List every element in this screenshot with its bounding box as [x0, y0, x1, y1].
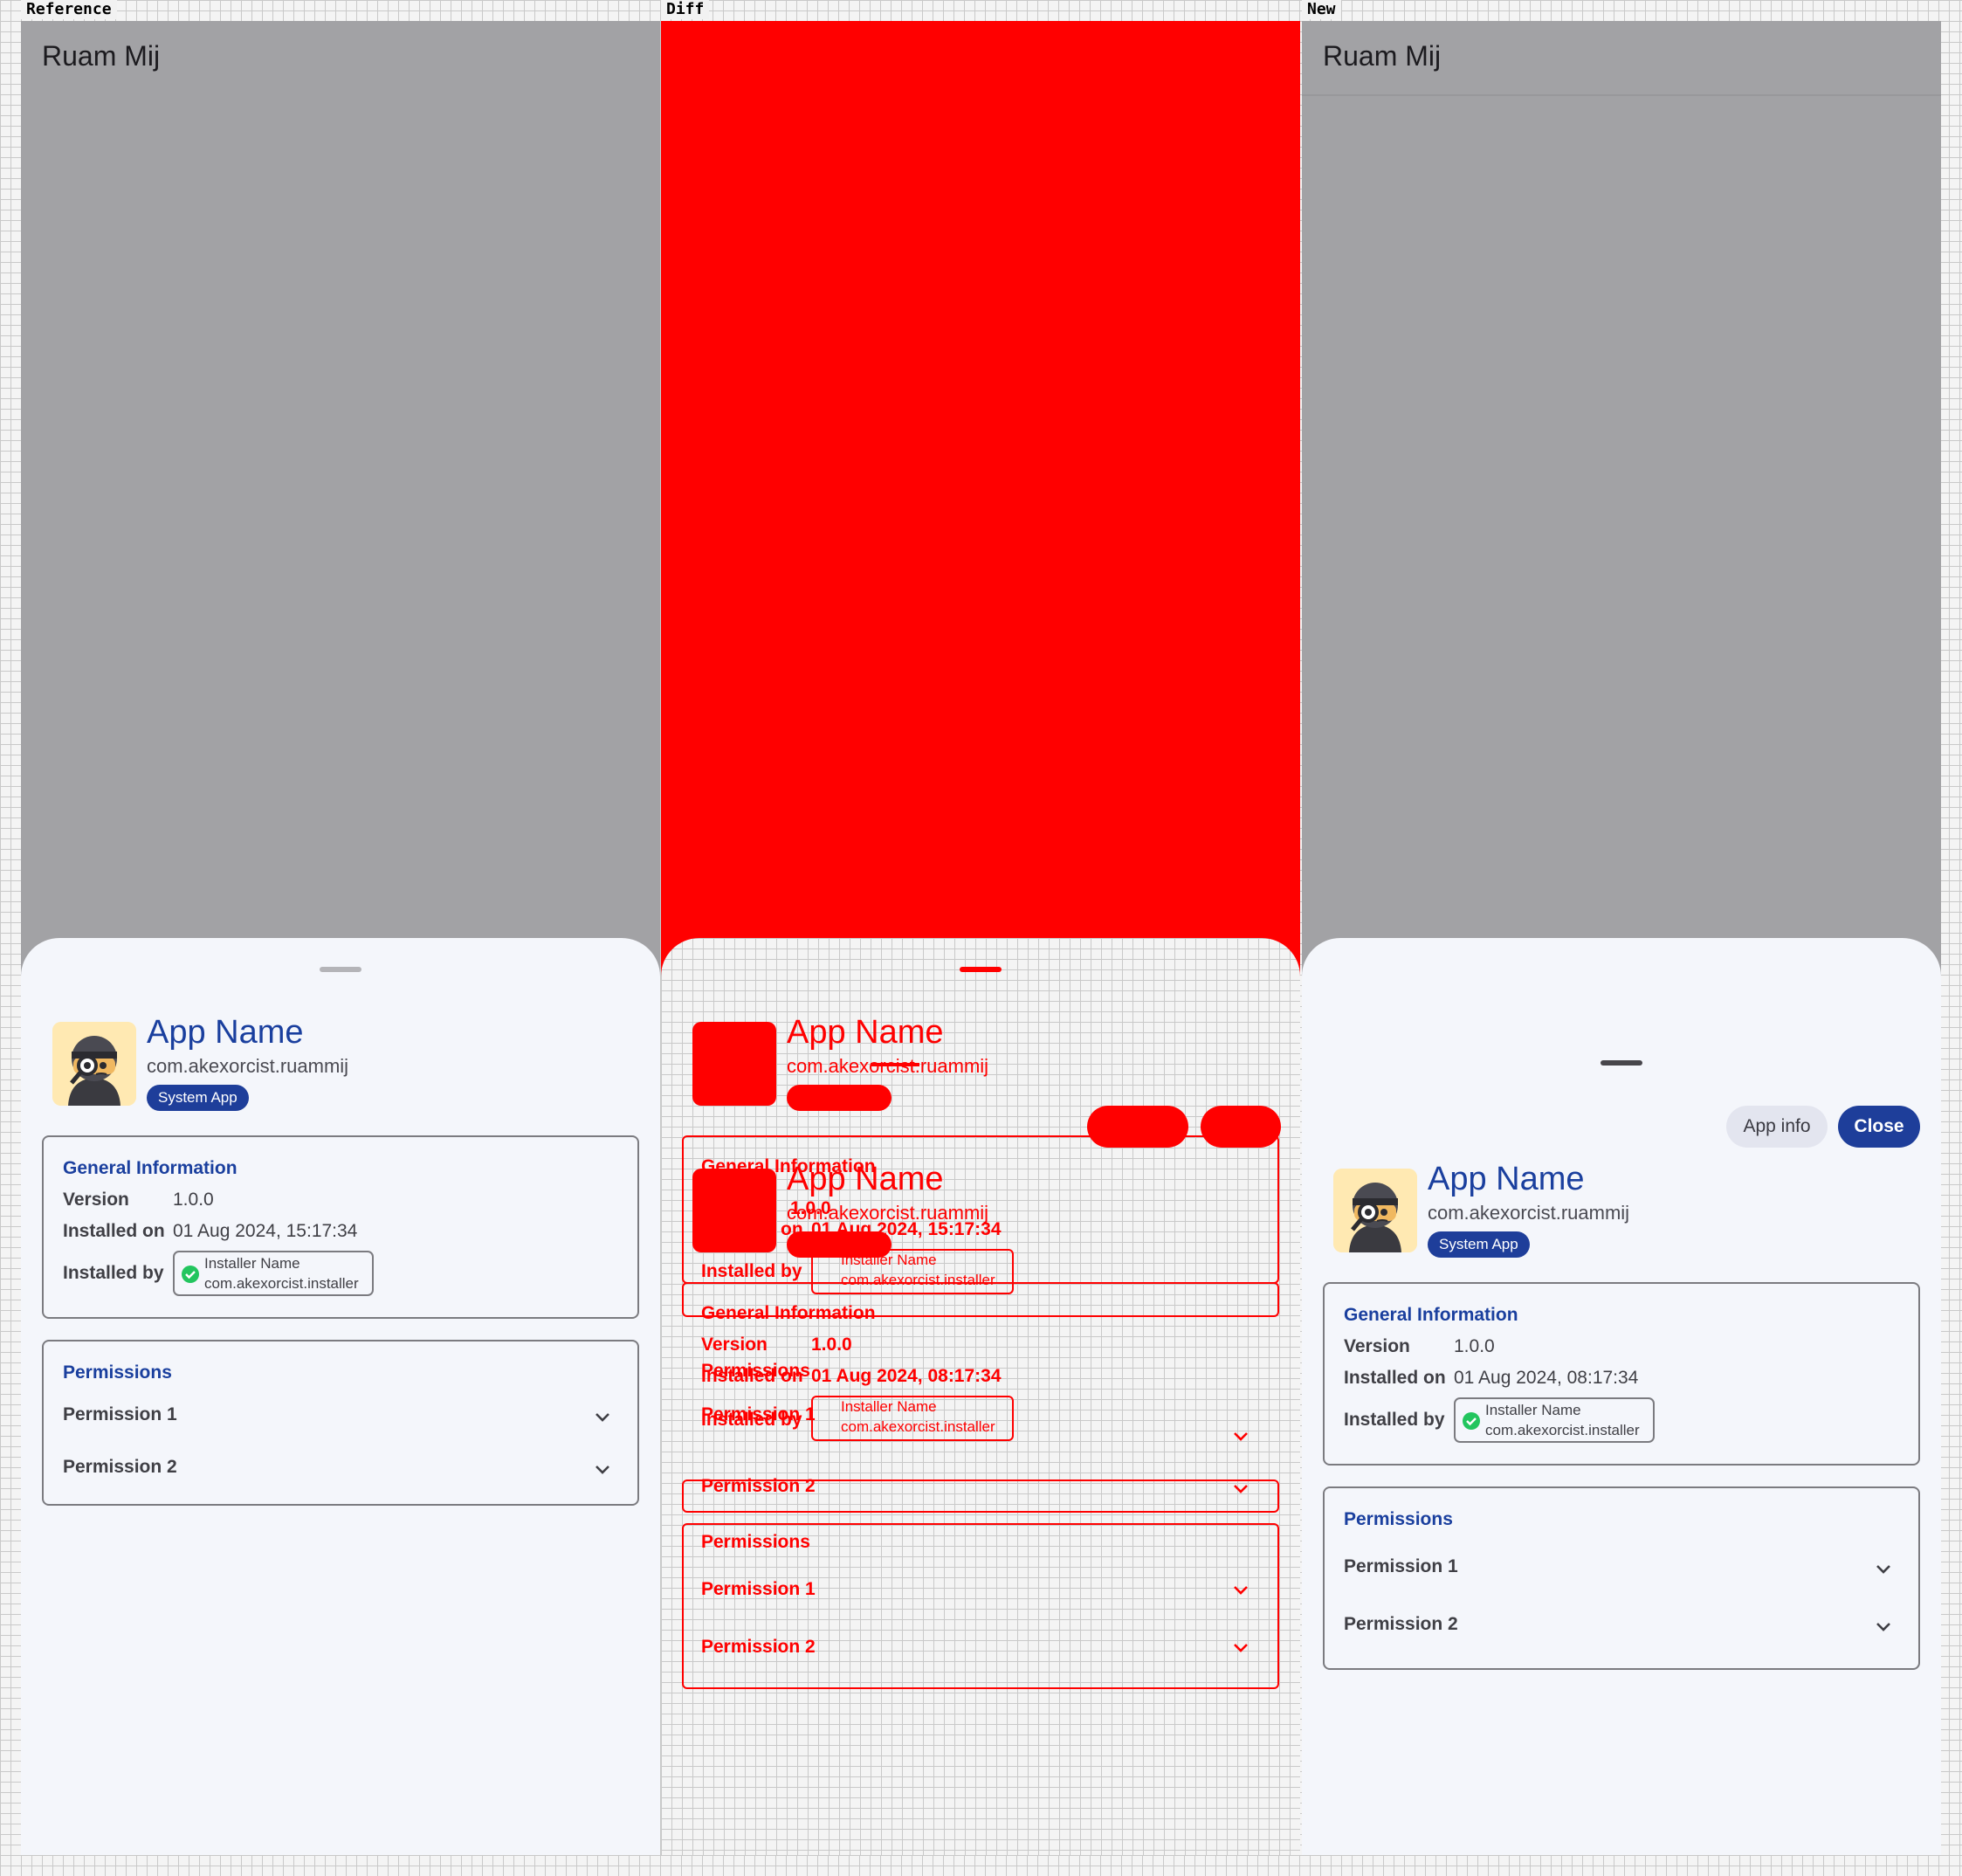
diff-chevron-down-icon [1234, 1586, 1248, 1595]
diff-installer-package: com.akexorcist.installer [841, 1418, 995, 1435]
reference-screen: Ruam Mij App Name com.akexorcist.ruammij… [21, 21, 660, 1855]
drag-handle-icon [960, 967, 1002, 972]
permissions-card: Permissions Permission 1 Permission 2 [1323, 1486, 1920, 1670]
chevron-down-icon[interactable] [594, 1464, 611, 1476]
drag-handle-icon[interactable] [320, 967, 361, 972]
app-name: App Name [147, 1014, 304, 1051]
installed-on-value: 01 Aug 2024, 15:17:34 [173, 1221, 358, 1241]
app-package: com.akexorcist.ruammij [1428, 1202, 1630, 1224]
diff-installer-name: Installer Name [841, 1398, 937, 1415]
installed-on-label: Installed on [63, 1221, 165, 1241]
diff-mark [871, 1063, 919, 1066]
new-screen: Ruam Mij App info Close App Name com.ake… [1302, 21, 1941, 1855]
permission-item[interactable]: Permission 1 [63, 1404, 177, 1425]
diff-installed-by-label: Installed by [701, 1261, 802, 1281]
installer-name: Installer Name [204, 1255, 300, 1272]
diff-installed-by-label: Installed by [701, 1410, 802, 1430]
diff-app-avatar-icon [692, 1022, 776, 1106]
app-avatar-icon [52, 1022, 136, 1106]
app-bar-title: Ruam Mij [1323, 40, 1442, 72]
diff-chevron-down-icon [1234, 1432, 1248, 1441]
app-bar-divider [1302, 94, 1941, 96]
installed-by-label: Installed by [63, 1263, 164, 1283]
app-info-button[interactable]: App info [1726, 1106, 1828, 1148]
chevron-down-icon[interactable] [1875, 1563, 1892, 1576]
app-name: App Name [1428, 1161, 1585, 1197]
diff-general-title: General Information [701, 1303, 876, 1323]
diff-permission-item: Permission 2 [701, 1476, 816, 1496]
diff-installed-on-value: 01 Aug 2024, 15:17:34 [811, 1219, 1002, 1239]
diff-app-name: App Name [787, 1014, 944, 1051]
diff-version-value: 1.0.0 [790, 1198, 831, 1218]
diff-app-package: com.akexorcist.ruammij [787, 1055, 988, 1078]
diff-screen: App Name com.akexorcist.ruammij General … [661, 21, 1300, 1855]
diff-badge [787, 1085, 892, 1111]
permissions-title: Permissions [63, 1362, 172, 1383]
diff-app-avatar-icon [692, 1169, 776, 1252]
chevron-down-icon[interactable] [594, 1411, 611, 1424]
installer-name: Installer Name [1485, 1402, 1581, 1418]
panel-label-diff: Diff [661, 0, 710, 19]
permission-item[interactable]: Permission 1 [1344, 1556, 1458, 1577]
permission-item[interactable]: Permission 2 [1344, 1614, 1458, 1635]
permissions-title: Permissions [1344, 1509, 1453, 1529]
installer-chip[interactable]: Installer Name com.akexorcist.installer [1454, 1397, 1655, 1443]
general-information-card: General Information Version 1.0.0 Instal… [42, 1135, 639, 1319]
version-label: Version [63, 1190, 129, 1210]
diff-chevron-down-icon [1234, 1644, 1248, 1652]
installer-chip[interactable]: Installer Name com.akexorcist.installer [173, 1251, 374, 1296]
general-information-card: General Information Version 1.0.0 Instal… [1323, 1282, 1920, 1466]
installer-package: com.akexorcist.installer [1485, 1422, 1640, 1438]
panel-label-new: New [1302, 0, 1341, 19]
verified-check-icon [182, 1266, 199, 1283]
system-app-badge: System App [1428, 1231, 1530, 1258]
diff-version-value: 1.0.0 [811, 1335, 852, 1355]
panel-label-reference: Reference [21, 0, 117, 19]
drag-handle-icon[interactable] [1601, 1060, 1642, 1066]
diff-installed-on-label: Installed on [701, 1366, 803, 1386]
general-information-title: General Information [63, 1158, 238, 1178]
verified-check-icon [1463, 1412, 1480, 1430]
close-button[interactable]: Close [1838, 1106, 1920, 1148]
diff-app-name: App Name [787, 1161, 944, 1197]
permission-item[interactable]: Permission 2 [63, 1457, 177, 1478]
diff-permission-item: Permission 1 [701, 1579, 816, 1599]
diff-chevron-down-icon [1234, 1485, 1248, 1493]
installed-by-label: Installed by [1344, 1410, 1445, 1430]
diff-permission-item: Permission 2 [701, 1637, 816, 1657]
permissions-card: Permissions Permission 1 Permission 2 [42, 1340, 639, 1506]
app-avatar-icon [1333, 1169, 1417, 1252]
diff-version-label: Version [701, 1335, 768, 1355]
installed-on-label: Installed on [1344, 1368, 1446, 1388]
app-bar-title: Ruam Mij [42, 40, 161, 72]
version-label: Version [1344, 1336, 1410, 1356]
version-value: 1.0.0 [173, 1190, 214, 1210]
system-app-badge: System App [147, 1085, 249, 1111]
diff-installed-on-value: 01 Aug 2024, 08:17:34 [811, 1366, 1002, 1386]
app-package: com.akexorcist.ruammij [147, 1055, 349, 1077]
installed-on-value: 01 Aug 2024, 08:17:34 [1454, 1368, 1639, 1388]
version-value: 1.0.0 [1454, 1336, 1495, 1356]
installer-package: com.akexorcist.installer [204, 1275, 359, 1292]
general-information-title: General Information [1344, 1305, 1518, 1325]
chevron-down-icon[interactable] [1875, 1621, 1892, 1633]
diff-permissions-title: Permissions [701, 1532, 810, 1552]
